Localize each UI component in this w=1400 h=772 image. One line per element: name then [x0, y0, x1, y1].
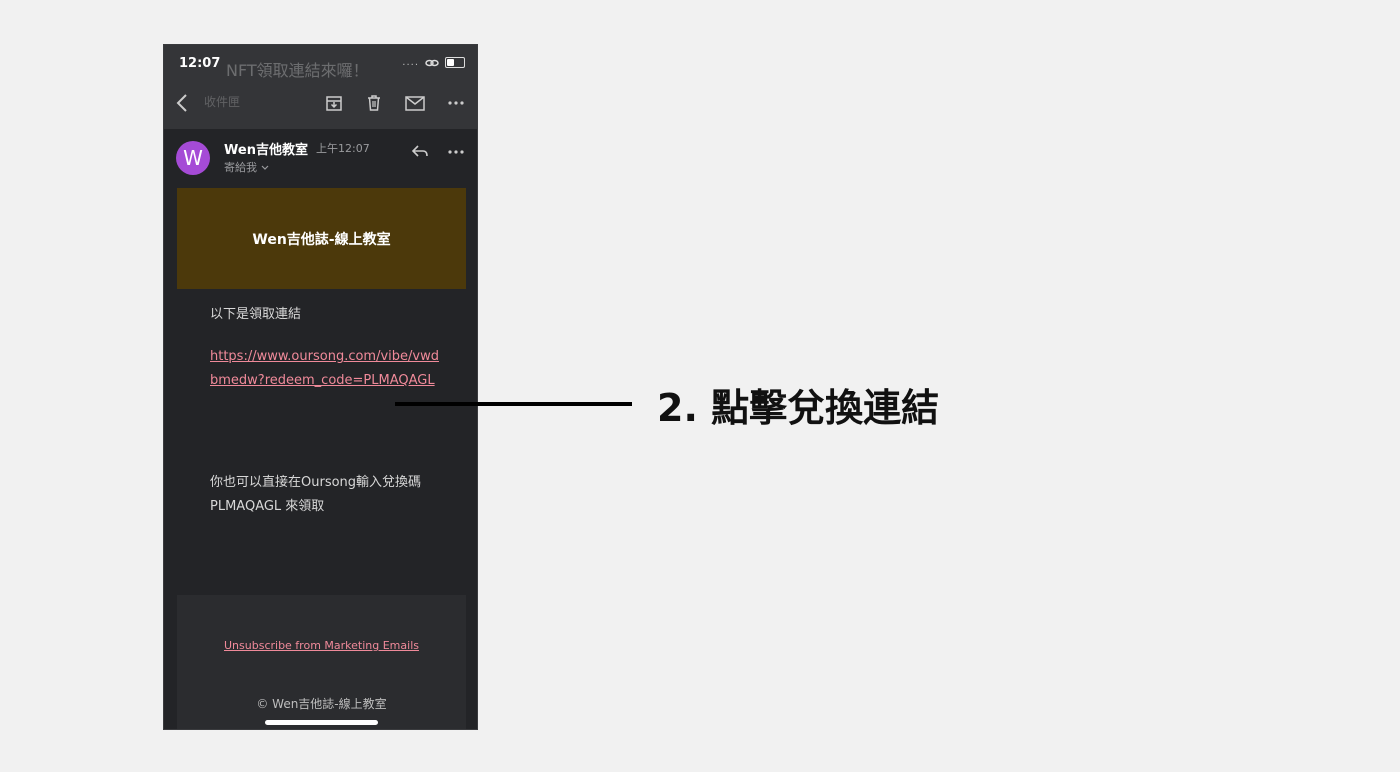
back-button[interactable] [174, 93, 192, 113]
recipient-toggle[interactable]: 寄給我 [224, 159, 269, 175]
phone-screenshot: NFT領取連結來囉！ 收件匣 12:07 .... W Wen吉他教室 上午12… [163, 44, 478, 730]
chevron-down-icon [261, 161, 269, 174]
status-time: 12:07 [179, 56, 221, 71]
email-instruction: 你也可以直接在Oursong輸入兌換碼 PLMAQAGL 來領取 [210, 475, 422, 514]
mark-unread-button[interactable] [404, 93, 426, 113]
email-header: W Wen吉他教室 上午12:07 寄給我 [164, 129, 477, 189]
redeem-link[interactable]: https://www.oursong.com/vibe/vwdbmedw?re… [210, 345, 440, 393]
signal-icon: .... [402, 57, 419, 68]
email-toolbar: NFT領取連結來囉！ 收件匣 12:07 .... [164, 45, 477, 129]
callout-text: 2. 點擊兌換連結 [657, 386, 940, 430]
recipient-label: 寄給我 [224, 161, 257, 174]
canvas: NFT領取連結來囉！ 收件匣 12:07 .... W Wen吉他教室 上午12… [0, 0, 1400, 772]
sender-name: Wen吉他教室 [224, 143, 308, 158]
archive-button[interactable] [324, 93, 344, 113]
reply-button[interactable] [410, 143, 430, 161]
callout-pointer-line [395, 402, 632, 406]
battery-icon [445, 57, 465, 68]
home-indicator[interactable] [265, 720, 378, 725]
email-banner: Wen吉他誌-線上教室 [177, 188, 466, 289]
header-more-button[interactable] [446, 143, 466, 161]
copyright-text: © Wen吉他誌-線上教室 [256, 697, 387, 711]
avatar: W [176, 141, 210, 175]
unsubscribe-link[interactable]: Unsubscribe from Marketing Emails [177, 639, 466, 652]
email-subject-ghost: NFT領取連結來囉！ [226, 61, 369, 80]
banner-title: Wen吉他誌-線上教室 [252, 231, 391, 248]
status-icons: .... [402, 57, 465, 68]
link-icon [425, 58, 439, 68]
more-options-button[interactable] [446, 93, 466, 113]
email-intro: 以下是領取連結 [210, 307, 302, 322]
email-footer: Unsubscribe from Marketing Emails © Wen吉… [177, 595, 466, 729]
delete-button[interactable] [364, 93, 384, 113]
email-time: 上午12:07 [316, 142, 370, 155]
email-label-ghost: 收件匣 [204, 95, 241, 109]
